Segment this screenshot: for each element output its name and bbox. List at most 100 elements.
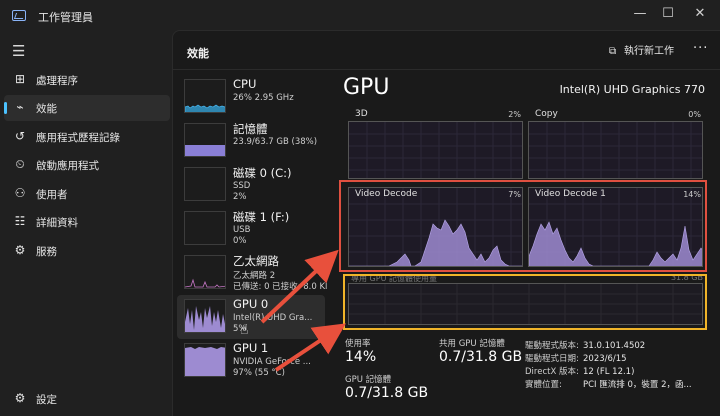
graph-max-dedicated-memory: 31.8 GB	[670, 273, 703, 282]
info-value: PCI 匯流排 0，裝置 2，函...	[583, 380, 692, 390]
gpu0-thumbnail-graph	[184, 299, 226, 333]
resource-name: 乙太網路	[233, 254, 279, 268]
graph-label-video-decode-1: Video Decode 1	[535, 189, 606, 199]
gpu-memory-value: 0.7/31.8 GB	[345, 385, 429, 401]
nav-item-label: 應用程式歷程記錄	[36, 132, 120, 144]
run-task-icon: ⧉	[609, 46, 617, 57]
performance-icon: ⌁	[16, 100, 24, 114]
shared-memory-label: 共用 GPU 記憶體	[439, 339, 505, 349]
gpu-detail-panel: GPU Intel(R) UHD Graphics 770 3D 2% Copy…	[339, 75, 713, 415]
gpu1-thumbnail-graph	[184, 343, 226, 377]
resource-name: 磁碟 0 (C:)	[233, 166, 292, 180]
resource-item-gpu-0[interactable]: GPU 0 Intel(R) UHD Gra... 5%	[177, 295, 325, 339]
gpu-title: GPU	[343, 75, 390, 100]
physical-location-row: 實體位置: PCI 匯流排 0，裝置 2，函...	[525, 378, 692, 390]
resource-detail: USB	[233, 225, 251, 235]
nav-item-label: 處理程序	[36, 75, 78, 87]
info-key: 驅動程式版本:	[525, 341, 579, 351]
disk0-thumbnail-graph	[184, 167, 226, 201]
header-divider	[173, 69, 720, 70]
graph-video-decode[interactable]	[348, 187, 523, 267]
resource-item-memory[interactable]: 記憶體 23.9/63.7 GB (38%)	[177, 119, 325, 163]
resource-name: GPU 0	[233, 297, 269, 311]
utilization-value: 14%	[345, 349, 377, 365]
resource-name: 磁碟 1 (F:)	[233, 210, 290, 224]
gpu-model-name: Intel(R) UHD Graphics 770	[559, 83, 705, 96]
info-key: 驅動程式日期:	[525, 354, 579, 364]
resource-item-cpu[interactable]: CPU 26% 2.95 GHz	[177, 75, 325, 119]
resource-item-disk-0[interactable]: 磁碟 0 (C:) SSD 2%	[177, 163, 325, 207]
nav-item-settings[interactable]: ⚙ 設定	[4, 386, 170, 412]
graph-label-3d: 3D	[355, 109, 368, 119]
nav-item-label: 效能	[36, 103, 57, 115]
resource-name: 記憶體	[233, 122, 268, 136]
resource-item-gpu-1[interactable]: GPU 1 NVIDIA GeForce ... 97% (55 °C)	[177, 339, 325, 383]
shared-memory-value: 0.7/31.8 GB	[439, 349, 523, 365]
nav-item-users[interactable]: ⚇ 使用者	[4, 181, 170, 207]
cpu-thumbnail-graph	[184, 79, 226, 113]
nav-item-performance[interactable]: ⌁ 效能	[4, 95, 170, 121]
nav-item-processes[interactable]: ⊞ 處理程序	[4, 67, 170, 93]
info-value: 2023/6/15	[583, 354, 627, 364]
page-title: 效能	[187, 47, 209, 60]
close-button[interactable]: ✕	[680, 4, 720, 24]
task-manager-icon	[12, 10, 26, 21]
graph-percent-copy: 0%	[688, 110, 701, 119]
driver-date-row: 驅動程式日期: 2023/6/15	[525, 352, 627, 364]
nav-item-details[interactable]: ☷ 詳細資料	[4, 209, 170, 235]
utilization-label: 使用率	[345, 339, 371, 349]
services-icon: ⚙	[14, 243, 26, 257]
disk1-thumbnail-graph	[184, 211, 226, 245]
resource-item-ethernet[interactable]: 乙太網路 乙太網路 2 已傳送: 0 已接收: 8.0 Kl	[177, 251, 327, 295]
title-bar: 工作管理員 — ☐ ✕	[0, 0, 720, 30]
resource-name: GPU 1	[233, 341, 269, 355]
nav-item-label: 使用者	[36, 189, 68, 201]
resource-detail: 2%	[233, 192, 247, 202]
graph-dedicated-memory[interactable]	[348, 283, 703, 325]
resource-name: CPU	[233, 77, 257, 91]
nav-item-label: 設定	[36, 394, 57, 406]
info-value: 31.0.101.4502	[583, 341, 646, 351]
graph-percent-3d: 2%	[508, 110, 521, 119]
resource-detail: 97% (55 °C)	[233, 368, 285, 378]
graph-label-video-decode: Video Decode	[355, 189, 418, 199]
run-task-label: 執行新工作	[624, 46, 674, 57]
startup-icon: ⏲	[15, 157, 25, 171]
info-key: 實體位置:	[525, 380, 562, 390]
graph-video-decode-1[interactable]	[528, 187, 703, 267]
resource-detail: 26% 2.95 GHz	[233, 93, 294, 103]
graph-copy[interactable]	[528, 121, 703, 179]
nav-sidebar: ☰ ⊞ 處理程序 ⌁ 效能 ↺ 應用程式歷程記錄 ⏲ 啟動應用程式 ⚇ 使用者 …	[0, 30, 172, 416]
nav-item-label: 啟動應用程式	[36, 160, 99, 172]
users-icon: ⚇	[14, 186, 26, 200]
resource-item-disk-1[interactable]: 磁碟 1 (F:) USB 0%	[177, 207, 325, 251]
gear-icon: ⚙	[14, 391, 26, 405]
run-new-task-button[interactable]: ⧉ 執行新工作	[609, 42, 674, 57]
hand-cursor-icon: ☝	[240, 322, 249, 338]
memory-thumbnail-graph	[184, 123, 226, 157]
info-key: DirectX 版本:	[525, 367, 579, 377]
driver-version-row: 驅動程式版本: 31.0.101.4502	[525, 339, 645, 351]
resource-detail: 23.9/63.7 GB (38%)	[233, 137, 318, 147]
nav-item-startup[interactable]: ⏲ 啟動應用程式	[4, 152, 170, 178]
resource-detail: 0%	[233, 236, 247, 246]
nav-item-services[interactable]: ⚙ 服務	[4, 238, 170, 264]
graph-percent-video-decode-1: 14%	[683, 190, 701, 199]
nav-item-label: 詳細資料	[36, 217, 78, 229]
main-panel: 效能 ⧉ 執行新工作 ··· CPU 26% 2.95 GHz 記憶體 23.9/…	[172, 30, 720, 416]
info-value: 12 (FL 12.1)	[583, 367, 635, 377]
graph-percent-video-decode: 7%	[508, 190, 521, 199]
directx-version-row: DirectX 版本: 12 (FL 12.1)	[525, 365, 634, 377]
nav-item-app-history[interactable]: ↺ 應用程式歷程記錄	[4, 124, 170, 150]
ethernet-thumbnail-graph	[184, 255, 226, 289]
resource-detail: NVIDIA GeForce ...	[233, 357, 311, 367]
details-icon: ☷	[14, 214, 26, 228]
gpu-memory-label: GPU 記憶體	[345, 375, 392, 385]
history-icon: ↺	[14, 129, 26, 143]
window-title: 工作管理員	[38, 11, 93, 24]
more-options-button[interactable]: ···	[693, 41, 708, 56]
nav-item-label: 服務	[36, 246, 57, 258]
graph-3d[interactable]	[348, 121, 523, 179]
resource-detail: SSD	[233, 181, 251, 191]
hamburger-icon[interactable]: ☰	[12, 42, 25, 60]
